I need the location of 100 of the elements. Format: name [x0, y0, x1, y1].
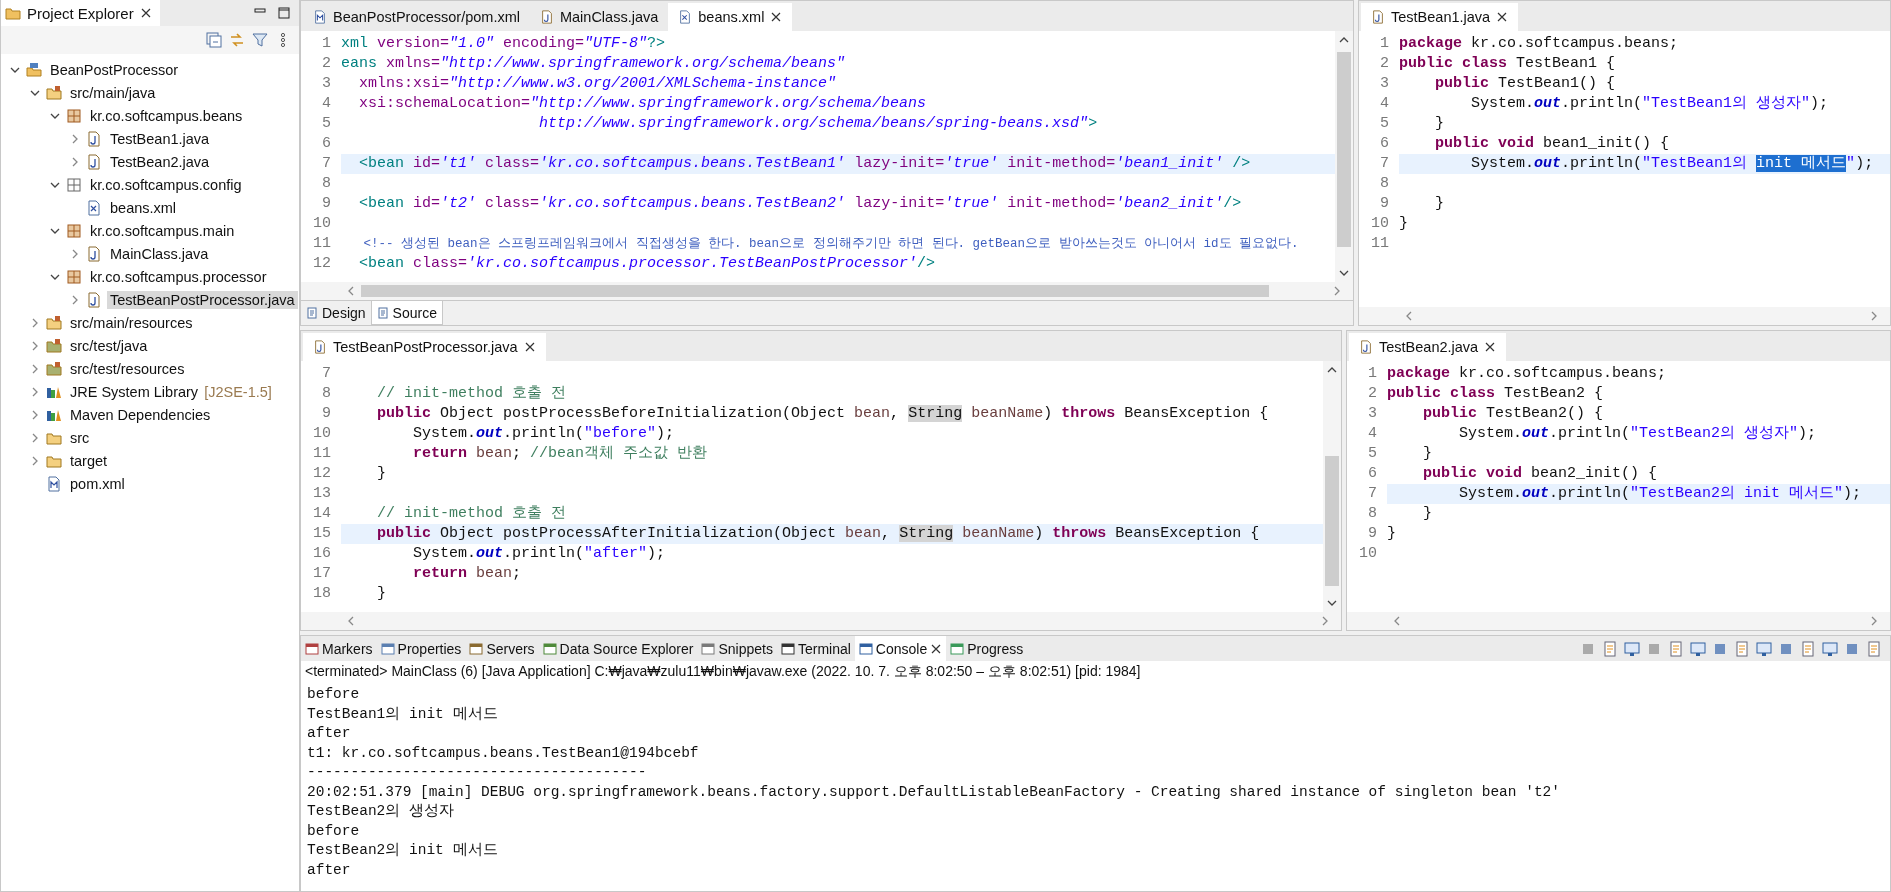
tree-item[interactable]: kr.co.softcampus.processor	[87, 267, 270, 286]
tree-item[interactable]: pom.xml	[67, 474, 128, 493]
line-number: 6	[1379, 134, 1390, 154]
view-tab[interactable]: Terminal	[776, 636, 855, 661]
close-icon[interactable]	[1484, 341, 1497, 353]
code-line: package kr.co.softcampus.beans;	[1387, 364, 1668, 384]
code-line: System.out.println("after");	[412, 544, 667, 564]
horizontal-scrollbar[interactable]	[1347, 612, 1890, 630]
vertical-scrollbar[interactable]	[1335, 31, 1353, 282]
line-number: 8	[1379, 174, 1390, 194]
tree-item[interactable]: kr.co.softcampus.beans	[87, 106, 246, 125]
view-tab[interactable]: Progress	[946, 636, 1028, 661]
view-tab[interactable]: Console	[854, 636, 947, 661]
tree-item[interactable]: src	[67, 428, 93, 447]
tree-item[interactable]: src/test/java	[67, 336, 151, 355]
document-icon[interactable]	[1602, 640, 1618, 657]
tree-item[interactable]: src/main/resources	[67, 313, 196, 332]
line-number: 5	[321, 114, 332, 134]
code-line: public void bean2_init() {	[1422, 464, 1659, 484]
console-status: <terminated> MainClass (6) [Java Application] C:₩java₩zulu11₩bin₩javaw.exe (2022. 10. 7. 오후 8:02:50 – 오후 8:02:51) [pid: 1984]	[304, 662, 1142, 681]
maximize-icon[interactable]	[277, 6, 291, 20]
tree-item[interactable]: src/main/java	[67, 83, 159, 102]
view-tab[interactable]: Markers	[301, 636, 377, 661]
tree-item[interactable]: target	[67, 451, 111, 470]
tree-item[interactable]: beans.xml	[107, 198, 180, 217]
close-icon[interactable]	[139, 7, 152, 19]
code-line: public Object postProcessBeforeInitialization(Object bean, String beanName) throws BeansException {	[376, 404, 1270, 424]
view-tab[interactable]: Snippets	[697, 636, 777, 661]
document-icon[interactable]	[1668, 640, 1684, 657]
horizontal-scrollbar[interactable]	[1359, 307, 1890, 325]
line-number: 9	[321, 404, 332, 424]
horizontal-scrollbar[interactable]	[301, 282, 1353, 300]
tree-item[interactable]: TestBeanPostProcessor.java	[107, 290, 298, 309]
window-icon	[380, 641, 395, 656]
code-line: return bean;	[412, 564, 523, 584]
horizontal-scrollbar[interactable]	[301, 612, 1341, 630]
view-tab[interactable]: Project Explorer	[1, 0, 160, 26]
line-number: 13	[312, 484, 332, 504]
monitor-icon[interactable]	[1624, 640, 1640, 657]
line-number: 8	[321, 384, 332, 404]
tree-item-decoration: [J2SE-1.5]	[204, 383, 272, 400]
view-tab[interactable]: Data Source Explorer	[538, 636, 698, 661]
tree-item[interactable]: TestBean2.java	[107, 152, 213, 171]
document-icon	[376, 306, 389, 319]
console-line: before	[307, 685, 361, 704]
monitor-icon[interactable]	[1822, 640, 1838, 657]
close-icon[interactable]	[930, 642, 943, 655]
line-number: 3	[1367, 404, 1378, 424]
collapse-all-icon[interactable]	[206, 32, 222, 48]
tree-item[interactable]: JRE System Library	[67, 382, 202, 401]
line-number: 1	[1367, 364, 1378, 384]
close-icon[interactable]	[770, 11, 783, 23]
editor-tab[interactable]: MainClass.java	[529, 3, 669, 31]
line-number: 17	[312, 564, 332, 584]
line-number: 7	[1379, 154, 1390, 174]
view-tab[interactable]: Properties	[376, 636, 466, 661]
close-icon[interactable]	[523, 341, 536, 353]
file-icon	[86, 245, 102, 262]
link-arrows-icon[interactable]	[229, 32, 245, 48]
vertical-scrollbar[interactable]	[1323, 361, 1341, 612]
view-tab[interactable]: Servers	[465, 636, 539, 661]
tree-item[interactable]: kr.co.softcampus.main	[87, 221, 238, 240]
tree-item[interactable]: Maven Dependencies	[67, 405, 214, 424]
line-number: 2	[1367, 384, 1378, 404]
editor-tab[interactable]: TestBean2.java	[1349, 333, 1507, 361]
editor-tab[interactable]: BeanPostProcessor/pom.xml	[303, 3, 530, 31]
file-icon	[86, 199, 102, 216]
code-line: }	[1387, 524, 1397, 544]
monitor-icon[interactable]	[1690, 640, 1706, 657]
view-tab[interactable]: Source	[370, 301, 443, 325]
document-icon[interactable]	[1734, 640, 1750, 657]
line-number: 2	[321, 54, 332, 74]
file-icon	[46, 475, 62, 492]
line-number: 14	[312, 504, 332, 524]
close-icon[interactable]	[1496, 11, 1509, 23]
code-line: System.out.println("before");	[412, 424, 676, 444]
editor-tab[interactable]: beans.xml	[668, 3, 793, 31]
tree-item[interactable]: MainClass.java	[107, 244, 212, 263]
line-number: 1	[1379, 34, 1390, 54]
filter-icon[interactable]	[252, 32, 268, 48]
code-line: xsi:schemaLocation="http://www.springframework.org/schema/beans	[358, 94, 928, 114]
package-icon	[66, 268, 82, 285]
editor-tab[interactable]: TestBean1.java	[1361, 3, 1519, 31]
monitor-icon[interactable]	[1756, 640, 1772, 657]
line-number: 15	[312, 524, 332, 544]
line-number: 3	[321, 74, 332, 94]
line-number: 6	[321, 134, 332, 154]
document-icon[interactable]	[1800, 640, 1816, 657]
line-number: 10	[312, 214, 332, 234]
line-number: 10	[1370, 214, 1390, 234]
view-tab[interactable]: Design	[301, 301, 371, 325]
tree-item[interactable]: kr.co.softcampus.config	[87, 175, 245, 194]
tree-item[interactable]: BeanPostProcessor	[47, 60, 182, 79]
tree-item[interactable]: TestBean1.java	[107, 129, 213, 148]
editor-tab[interactable]: TestBeanPostProcessor.java	[303, 333, 546, 361]
document-icon[interactable]	[1866, 640, 1882, 657]
code-line: }	[1399, 214, 1409, 234]
code-line: <bean id='t2' class='kr.co.softcampus.beans.TestBean2' lazy-init='true' init-method='bean2_init'/>	[358, 194, 1243, 214]
tree-item[interactable]: src/test/resources	[67, 359, 188, 378]
file-icon	[1359, 340, 1373, 354]
